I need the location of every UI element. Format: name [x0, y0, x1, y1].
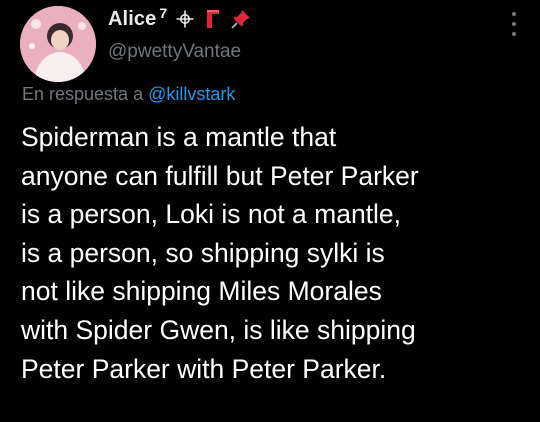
- author-name-row[interactable]: Alice 7: [108, 5, 251, 31]
- reply-prefix: En respuesta a: [22, 84, 144, 104]
- avatar[interactable]: [20, 6, 96, 82]
- tweet-text-line: Peter Parker with Peter Parker.: [21, 353, 387, 384]
- red-pushpin-icon: [231, 9, 251, 29]
- more-dot: [512, 12, 516, 16]
- reply-context: En respuesta a @killvstark: [22, 84, 235, 105]
- tweet-text-line: is a person, Loki is not a mantle,: [21, 199, 402, 230]
- tweet-card: Alice 7 @pwettyVantae En respuesta a @ki…: [0, 0, 540, 422]
- more-options-icon[interactable]: [508, 12, 520, 36]
- reply-mention-link[interactable]: @killvstark: [148, 84, 235, 104]
- tweet-text-line: is a person, so shipping sylki is: [21, 237, 385, 268]
- red-boot-icon: [203, 9, 223, 29]
- author-handle[interactable]: @pwettyVantae: [108, 41, 241, 63]
- tweet-text-line: Spiderman is a mantle that: [21, 122, 337, 152]
- tweet-text-line: anyone can fulfill but Peter Parker: [21, 160, 419, 191]
- author-display-name[interactable]: Alice: [108, 8, 156, 31]
- more-dot: [512, 32, 516, 36]
- tweet-text-line: not like shipping Miles Morales: [21, 276, 382, 307]
- tweet-text: Spiderman is a mantle that anyone can fu…: [21, 118, 533, 388]
- author-name-superscript: 7: [159, 5, 168, 21]
- more-dot: [512, 22, 516, 26]
- avatar-image: [20, 6, 96, 82]
- compass-star-icon: [175, 9, 195, 29]
- tweet-text-line: with Spider Gwen, is like shipping: [21, 314, 416, 345]
